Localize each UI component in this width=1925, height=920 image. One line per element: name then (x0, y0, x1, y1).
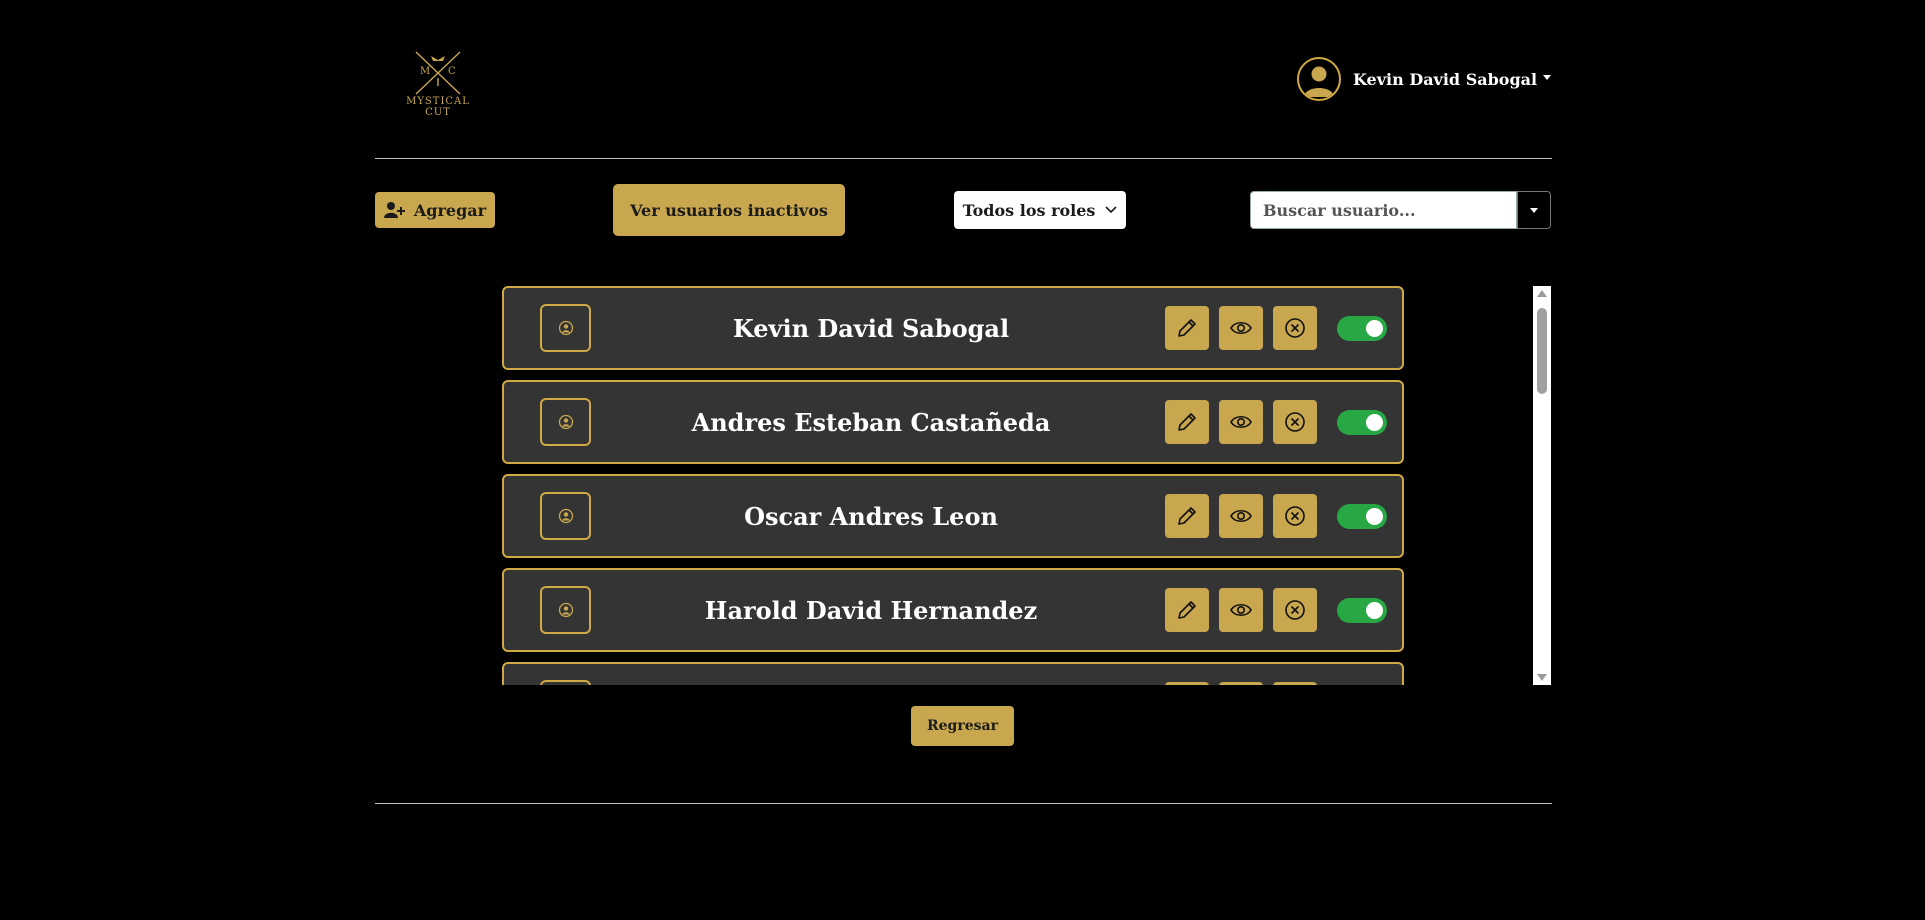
add-user-button[interactable]: Agregar (375, 192, 495, 228)
user-circle-icon (540, 586, 591, 634)
user-name: Harold David Hernandez (704, 595, 1038, 625)
circle-x-icon (1285, 600, 1305, 620)
active-toggle[interactable] (1337, 504, 1387, 529)
user-circle-icon (540, 680, 591, 685)
header-divider (375, 158, 1552, 159)
circle-x-icon (1285, 412, 1305, 432)
pencil-icon (1178, 601, 1196, 619)
role-filter-label: Todos los roles (962, 200, 1096, 220)
deactivate-user-button[interactable] (1273, 306, 1317, 350)
user-circle-icon (540, 492, 591, 540)
deactivate-user-button[interactable] (1273, 400, 1317, 444)
active-toggle[interactable] (1337, 316, 1387, 341)
user-name: Andres Esteban Castañeda (691, 407, 1051, 437)
add-user-label: Agregar (413, 200, 487, 220)
chevron-down-icon (1105, 206, 1118, 214)
view-user-button[interactable] (1219, 306, 1263, 350)
logo-mark: M C MYSTICAL CUT (406, 51, 470, 116)
edit-user-button[interactable] (1165, 588, 1209, 632)
logo-text-line1: MYSTICAL (406, 96, 470, 107)
deactivate-user-button[interactable] (1273, 494, 1317, 538)
user-card (502, 662, 1404, 685)
user-name: Kevin David Sabogal (732, 313, 1010, 343)
pencil-icon (1178, 413, 1196, 431)
scroll-down-arrow-icon[interactable] (1537, 674, 1547, 681)
view-inactive-users-button[interactable]: Ver usuarios inactivos (613, 184, 845, 236)
user-card: Andres Esteban Castañeda (502, 380, 1404, 464)
view-user-button[interactable] (1219, 400, 1263, 444)
toggle-knob (1366, 414, 1383, 431)
scroll-up-arrow-icon[interactable] (1537, 290, 1547, 297)
user-avatar-icon (1297, 57, 1341, 101)
view-user-button[interactable] (1219, 494, 1263, 538)
search-dropdown-button[interactable] (1517, 191, 1551, 229)
view-user-button[interactable] (1219, 588, 1263, 632)
user-name: Oscar Andres Leon (744, 501, 998, 531)
user-menu[interactable]: Kevin David Sabogal (1297, 55, 1552, 103)
edit-user-button[interactable] (1165, 494, 1209, 538)
caret-down-icon (1530, 207, 1538, 213)
circle-x-icon (1285, 506, 1305, 526)
eye-icon (1230, 321, 1252, 335)
user-name (604, 664, 1138, 685)
deactivate-user-button[interactable] (1273, 588, 1317, 632)
pencil-icon (1178, 507, 1196, 525)
eye-icon (1230, 509, 1252, 523)
eye-icon (1230, 603, 1252, 617)
edit-user-button[interactable] (1165, 400, 1209, 444)
edit-user-button[interactable] (1165, 306, 1209, 350)
search-input[interactable] (1250, 191, 1517, 229)
circle-x-icon (1285, 318, 1305, 338)
user-card: Harold David Hernandez (502, 568, 1404, 652)
pencil-icon (1178, 319, 1196, 337)
back-button[interactable]: Regresar (911, 706, 1014, 746)
scrollbar-thumb[interactable] (1537, 308, 1547, 394)
user-list: Kevin David Sabogal Andres Esteban Casta… (502, 286, 1532, 685)
edit-user-button[interactable] (1165, 682, 1209, 685)
toggle-knob (1366, 602, 1383, 619)
logo-initial-left: M (420, 66, 430, 77)
active-toggle[interactable] (1337, 598, 1387, 623)
role-filter-select[interactable]: Todos los roles (954, 191, 1126, 229)
chevron-down-icon (1543, 75, 1552, 80)
toggle-knob (1366, 320, 1383, 337)
active-toggle[interactable] (1337, 410, 1387, 435)
eye-icon (1230, 415, 1252, 429)
search-bar (1250, 191, 1551, 229)
user-plus-icon (383, 202, 405, 218)
deactivate-user-button[interactable] (1273, 682, 1317, 685)
toggle-knob (1366, 508, 1383, 525)
logo: M C MYSTICAL CUT (398, 48, 478, 116)
logo-initial-right: C (448, 66, 456, 77)
user-card: Oscar Andres Leon (502, 474, 1404, 558)
user-circle-icon (540, 398, 591, 446)
user-circle-icon (540, 304, 591, 352)
user-card: Kevin David Sabogal (502, 286, 1404, 370)
user-name: Kevin David Sabogal (1353, 69, 1538, 89)
logo-text-line2: CUT (425, 107, 451, 116)
view-user-button[interactable] (1219, 682, 1263, 685)
list-scrollbar[interactable] (1533, 286, 1551, 685)
footer-divider (375, 803, 1552, 804)
